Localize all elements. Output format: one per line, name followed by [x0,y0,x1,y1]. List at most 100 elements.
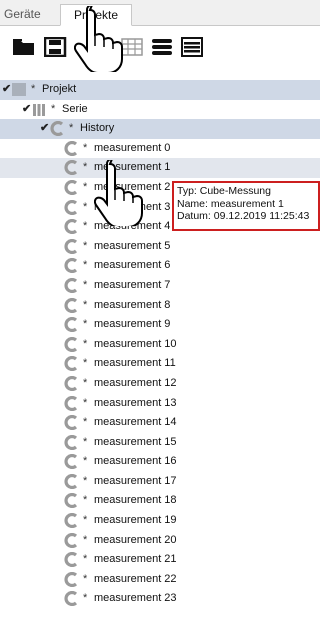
modified-marker: * [51,102,56,115]
tree-item[interactable]: * measurement 13 [0,394,320,414]
tree-item-label: measurement 12 [94,376,177,389]
modified-marker: * [83,141,88,154]
modified-marker: * [83,161,88,174]
modified-marker: * [83,278,88,291]
tree-item[interactable]: ✔ * History [0,119,320,139]
cube-icon [64,160,78,176]
tree-item[interactable]: * measurement 9 [0,315,320,335]
tree-item[interactable]: * measurement 15 [0,433,320,453]
cube-icon [50,121,64,137]
tab-geraete[interactable]: Geräte [4,4,41,26]
expand-chevron-icon[interactable]: ✔ [2,80,11,100]
modified-marker: * [83,592,88,605]
hand-cursor-icon [94,160,143,226]
modified-marker: * [83,474,88,487]
tree-item-label: measurement 14 [94,416,177,429]
modified-marker: * [83,259,88,272]
modified-marker: * [83,572,88,585]
tree-item[interactable]: * measurement 14 [0,413,320,433]
modified-marker: * [83,435,88,448]
tree-item[interactable]: * measurement 8 [0,296,320,316]
modified-marker: * [69,122,74,135]
tree-item-label: measurement 17 [94,474,177,487]
tree-item[interactable]: * measurement 10 [0,335,320,355]
tree-item[interactable]: ✔ * Projekt [0,80,320,100]
cube-icon [64,591,78,607]
modified-marker: * [83,298,88,311]
project-icon [12,82,26,97]
tree-item[interactable]: * measurement 6 [0,256,320,276]
tree-item[interactable]: * measurement 7 [0,276,320,296]
modified-marker: * [83,200,88,213]
cube-icon [64,179,78,196]
tree-item[interactable]: * measurement 23 [0,589,320,609]
hand-cursor-icon [74,6,123,72]
modified-marker: * [83,180,88,193]
list-icon[interactable] [180,37,204,57]
cube-icon [64,375,78,391]
tooltip-name: Name: measurement 1 [177,197,284,210]
tree-item-label: Projekt [42,83,77,95]
database-icon[interactable] [150,37,174,57]
cube-icon [64,512,78,529]
tree-item[interactable]: * measurement 21 [0,550,320,570]
series-icon [32,102,46,117]
cube-icon [64,454,78,470]
tree-item[interactable]: * measurement 11 [0,354,320,374]
cube-icon [64,356,78,372]
modified-marker: * [83,220,88,233]
modified-marker: * [83,376,88,389]
expand-chevron-icon[interactable]: ✔ [40,119,49,139]
tree-item-label: measurement 0 [94,141,171,154]
tree-item-label: measurement 9 [94,318,171,331]
tooltip-date: Datum: 09.12.2019 11:25:43 [177,210,310,222]
tree-item[interactable]: * measurement 18 [0,491,320,511]
tree-item-label: measurement 16 [94,455,177,468]
cube-icon [64,473,78,489]
expand-chevron-icon[interactable]: ✔ [22,100,31,120]
modified-marker: * [83,357,88,370]
modified-marker: * [83,416,88,429]
tree-item-label: measurement 15 [94,435,177,448]
tree-item[interactable]: * measurement 19 [0,511,320,531]
tree-item-label: History [80,122,115,135]
cube-icon [64,336,78,352]
tree-item[interactable]: * measurement 12 [0,374,320,394]
cube-icon [64,493,78,509]
tree-item-label: measurement 7 [94,278,171,291]
tree-item[interactable]: * measurement 20 [0,531,320,551]
tree-item-label: measurement 20 [94,533,177,546]
cube-icon [64,277,78,294]
tree-item[interactable]: * measurement 1 [0,158,320,178]
modified-marker: * [83,533,88,546]
project-tree: ✔ * Projekt ✔ * Serie ✔ * History * measurement 0 *… [0,80,320,609]
save-icon[interactable] [43,36,68,58]
cube-icon [64,395,78,411]
cube-icon [64,532,78,548]
tree-item-label: measurement 8 [94,298,171,311]
cube-icon [64,238,78,254]
modified-marker: * [83,553,88,566]
folder-open-icon[interactable] [12,37,36,57]
tree-item[interactable]: * measurement 0 [0,139,320,159]
tree-item[interactable]: ✔ * Serie [0,100,320,120]
tab-bar: Geräte Projekte [0,0,320,26]
tree-item[interactable]: * measurement 16 [0,452,320,472]
cube-icon [64,199,78,215]
cube-icon [64,571,78,587]
tree-item[interactable]: * measurement 22 [0,570,320,590]
tree-item-label: measurement 21 [94,553,177,566]
tree-item-label: measurement 10 [94,337,177,350]
modified-marker: * [31,83,36,95]
tree-item-label: measurement 6 [94,259,171,272]
tree-item[interactable]: * measurement 5 [0,237,320,257]
tree-item-label: Serie [62,102,88,115]
modified-marker: * [83,514,88,527]
tree-item-label: measurement 13 [94,396,177,409]
tree-item[interactable]: * measurement 17 [0,472,320,492]
tree-item-label: measurement 19 [94,514,177,527]
cube-icon [64,219,78,235]
cube-icon [64,434,78,450]
modified-marker: * [83,494,88,507]
modified-marker: * [83,455,88,468]
